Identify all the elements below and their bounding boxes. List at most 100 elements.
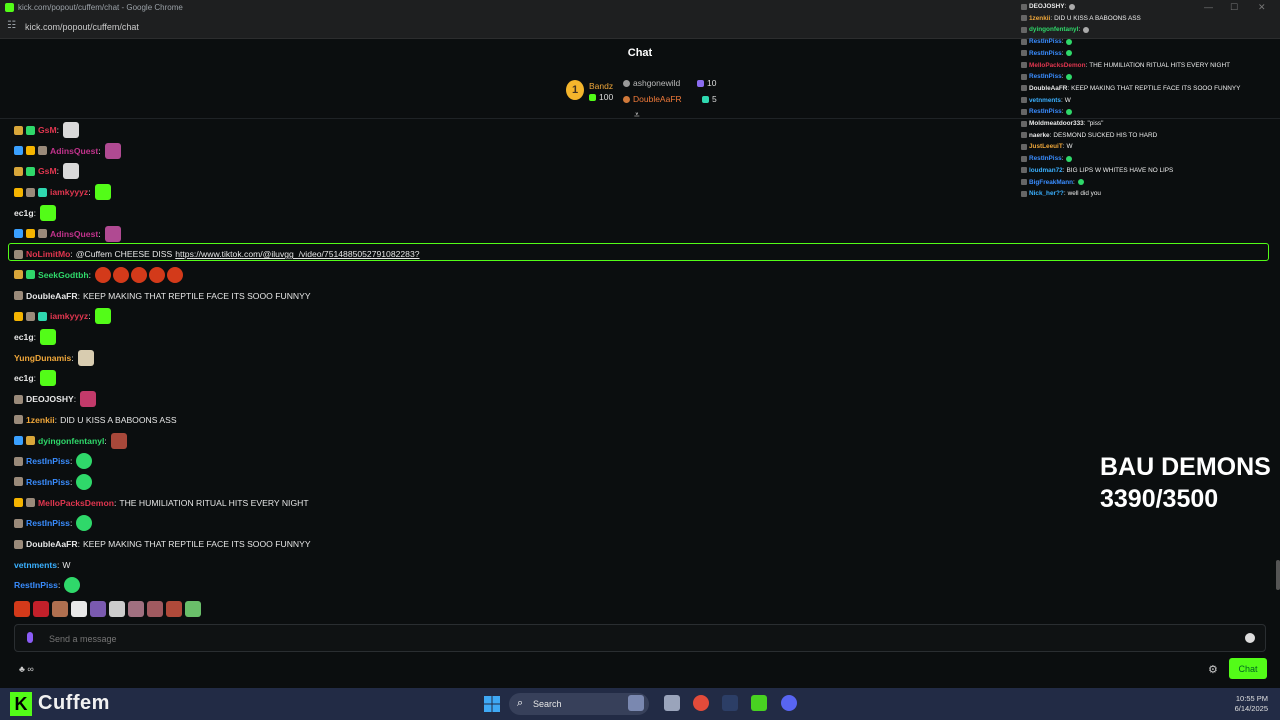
chat-username[interactable]: ec1g [14, 373, 34, 383]
chat-message[interactable]: YungDunamis: [14, 349, 94, 366]
steam-icon[interactable] [722, 695, 738, 711]
emote-quick-bar[interactable] [14, 601, 201, 619]
chat-username[interactable]: vetnments [14, 560, 57, 570]
emoji-picker-icon[interactable] [1245, 633, 1255, 643]
chat-settings-gear-icon[interactable]: ⚙ [1208, 663, 1218, 676]
user-badge-icon[interactable] [14, 477, 23, 487]
leader-second-name[interactable]: ashgonewild [623, 78, 680, 88]
user-badge-icon[interactable] [14, 436, 23, 445]
chat-emote-icon[interactable] [95, 266, 112, 283]
user-badge-icon[interactable] [26, 229, 35, 238]
user-badge-icon[interactable] [38, 311, 47, 321]
send-chat-button[interactable]: Chat [1229, 658, 1267, 679]
chat-username[interactable]: RestInPiss [26, 456, 70, 466]
chat-emote-icon[interactable] [80, 391, 97, 408]
quick-emote-icon[interactable] [109, 601, 125, 617]
chat-emote-icon[interactable] [104, 225, 121, 242]
chat-message[interactable]: GsM: [14, 122, 80, 138]
user-badge-icon[interactable] [14, 394, 23, 404]
chat-message[interactable]: iamkyyyz: [14, 184, 111, 201]
chat-emote-icon[interactable] [77, 349, 94, 366]
message-input-box[interactable] [14, 624, 1266, 652]
chat-username[interactable]: GsM [38, 166, 57, 176]
chat-message[interactable]: RestInPiss: [14, 473, 93, 490]
chat-username[interactable]: iamkyyyz [50, 311, 88, 321]
user-badge-icon[interactable] [14, 166, 23, 176]
user-badge-icon[interactable] [14, 187, 23, 197]
user-badge-icon[interactable] [14, 498, 23, 508]
chat-username[interactable]: DoubleAaFR [26, 291, 78, 301]
system-clock[interactable]: 10:55 PM 6/14/2025 [1235, 694, 1268, 714]
chat-emote-icon[interactable] [39, 370, 56, 387]
user-badge-icon[interactable] [14, 311, 23, 321]
chat-message[interactable]: DoubleAaFR: KEEP MAKING THAT REPTILE FACE… [14, 536, 311, 552]
chat-message[interactable]: ec1g: [14, 329, 56, 345]
leader-first-name[interactable]: Bandz [589, 81, 613, 91]
discord-icon[interactable] [781, 695, 797, 711]
chat-message[interactable]: AdinsQuest: [14, 225, 121, 242]
chat-emote-icon[interactable] [131, 266, 148, 283]
chat-message[interactable]: AdinsQuest: [14, 142, 121, 159]
user-badge-icon[interactable] [14, 229, 23, 238]
chat-message[interactable]: RestInPiss: [14, 453, 93, 470]
quick-emote-icon[interactable] [166, 601, 182, 617]
chat-username[interactable]: ec1g [14, 332, 34, 342]
chat-message[interactable]: iamkyyyz: [14, 308, 111, 325]
chat-emote-icon[interactable] [76, 453, 93, 470]
user-badge-icon[interactable] [26, 436, 35, 445]
chat-username[interactable]: DoubleAaFR [26, 539, 78, 549]
chat-username[interactable]: RestInPiss [26, 518, 70, 528]
quick-emote-icon[interactable] [71, 601, 87, 617]
chat-message[interactable]: ec1g: [14, 204, 56, 221]
widgets-icon[interactable] [628, 695, 644, 711]
user-badge-icon[interactable] [14, 146, 23, 156]
chat-username[interactable]: iamkyyyz [50, 187, 88, 197]
user-badge-icon[interactable] [26, 166, 35, 176]
chat-emote-icon[interactable] [39, 204, 56, 221]
user-badge-icon[interactable] [38, 229, 47, 238]
chat-message[interactable]: DEOJOSHY: [14, 391, 97, 408]
chat-username[interactable]: DEOJOSHY [26, 394, 74, 404]
quick-emote-icon[interactable] [52, 601, 68, 617]
file-explorer-icon[interactable] [664, 695, 680, 711]
chat-username[interactable]: NoLimitMo [26, 249, 70, 259]
url-text[interactable]: kick.com/popout/cuffem/chat [25, 22, 139, 32]
chat-message[interactable]: dyingonfentanyl: [14, 432, 127, 449]
chat-emote-icon[interactable] [63, 122, 80, 138]
chat-emote-icon[interactable] [63, 163, 80, 180]
chat-username[interactable]: SeekGodtbh [38, 270, 89, 280]
microphone-icon[interactable] [27, 632, 33, 643]
chat-emote-icon[interactable] [149, 266, 166, 283]
chat-emote-icon[interactable] [94, 184, 111, 201]
user-badge-icon[interactable] [26, 270, 35, 280]
quick-emote-icon[interactable] [14, 601, 30, 617]
chat-emote-icon[interactable] [39, 329, 56, 345]
chat-emote-icon[interactable] [167, 266, 184, 283]
kick-app-icon[interactable] [751, 695, 767, 711]
user-badge-icon[interactable] [14, 125, 23, 135]
chat-emote-icon[interactable] [113, 266, 130, 283]
user-badge-icon[interactable] [26, 125, 35, 135]
leader-third-name[interactable]: DoubleAaFR [623, 94, 682, 104]
chat-message[interactable]: RestInPiss: [14, 577, 81, 594]
chat-message[interactable]: MelloPacksDemon: THE HUMILIATION RITUAL H… [14, 495, 309, 511]
chat-message[interactable]: NoLimitMo: @Cuffem CHEESE DISS https://www… [14, 246, 420, 262]
windows-start-icon[interactable] [484, 696, 500, 712]
chat-emote-icon[interactable] [94, 308, 111, 325]
chat-message[interactable]: SeekGodtbh: [14, 266, 184, 283]
user-badge-icon[interactable] [14, 249, 23, 259]
chat-emote-icon[interactable] [110, 432, 127, 449]
user-badge-icon[interactable] [14, 518, 23, 528]
chat-username[interactable]: 1zenkii [26, 415, 55, 425]
quick-emote-icon[interactable] [128, 601, 144, 617]
quick-emote-icon[interactable] [90, 601, 106, 617]
user-badge-icon[interactable] [14, 270, 23, 280]
chat-message[interactable]: vetnments: W [14, 557, 71, 573]
user-badge-icon[interactable] [14, 415, 23, 425]
user-badge-icon[interactable] [38, 146, 47, 156]
quick-emote-icon[interactable] [147, 601, 163, 617]
chat-message[interactable]: GsM: [14, 163, 80, 180]
chat-message[interactable]: RestInPiss: [14, 515, 93, 532]
chat-username[interactable]: YungDunamis [14, 353, 71, 363]
user-badge-icon[interactable] [26, 146, 35, 156]
